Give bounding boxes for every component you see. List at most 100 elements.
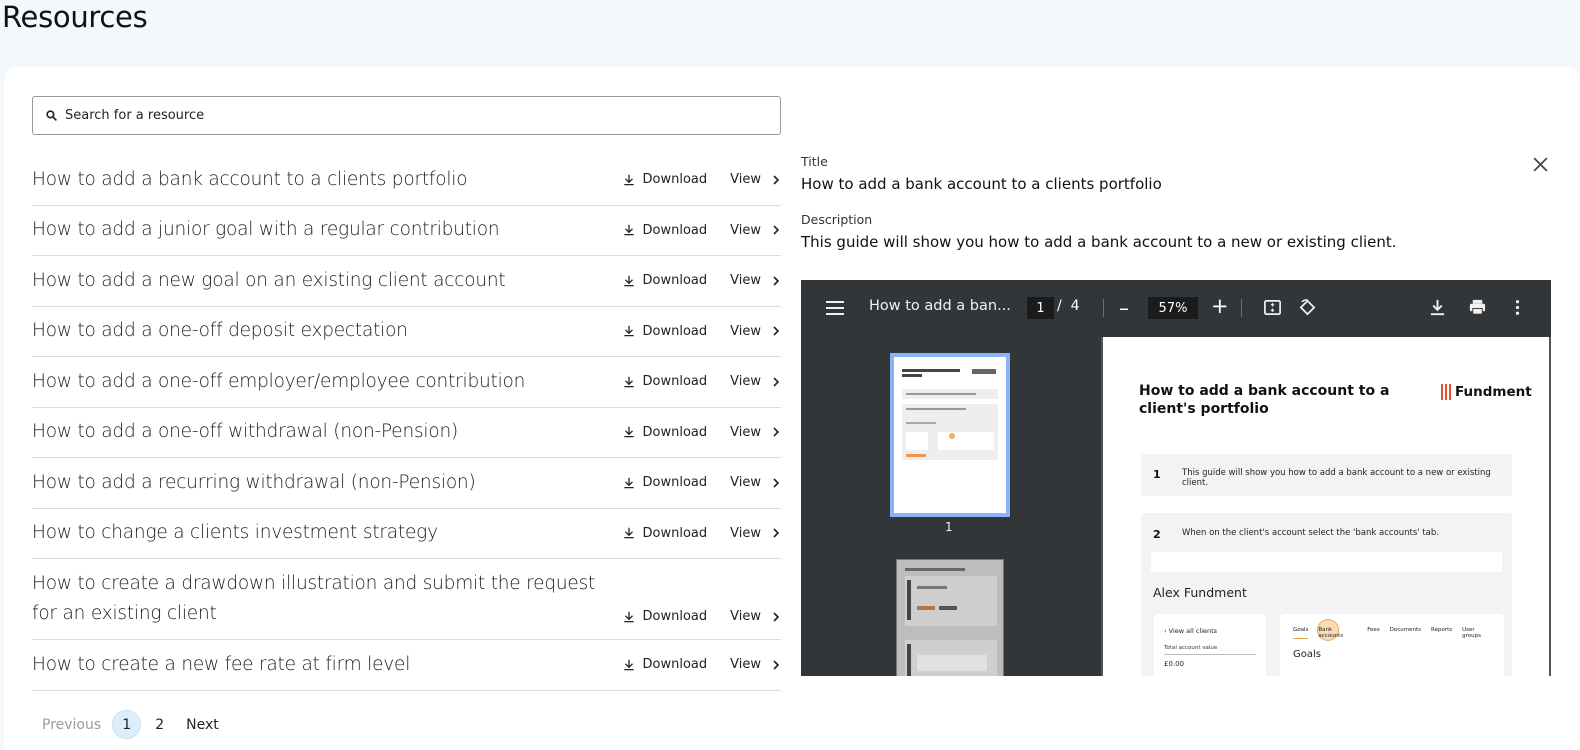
page-2-button[interactable]: 2 [145, 710, 174, 739]
view-button[interactable]: View [730, 324, 781, 339]
list-item: How to add a one-off withdrawal (non-Pen… [32, 408, 781, 458]
list-item: How to add a one-off employer/employee c… [32, 357, 781, 408]
pdf-heading: How to add a bank account to a client's … [1139, 383, 1390, 417]
download-icon[interactable] [1428, 298, 1447, 317]
download-icon [623, 427, 634, 438]
list-item: How to add a junior goal with a regular … [32, 206, 781, 256]
list-item: How to create a new fee rate at firm lev… [32, 640, 781, 691]
page-1-button[interactable]: 1 [112, 710, 142, 739]
download-icon [623, 275, 634, 287]
list-item: How to add a one-off deposit expectation… [32, 307, 781, 357]
resource-title: How to add a new goal on an existing cli… [32, 269, 506, 291]
toolbar-divider [1103, 299, 1104, 317]
zoom-in-button[interactable]: + [1211, 294, 1229, 318]
chevron-right-icon [773, 175, 780, 185]
view-button[interactable]: View [730, 609, 781, 624]
pdf-toolbar: How to add a ban... 1 / 4 – 57% + [801, 280, 1551, 337]
pdf-client-name: Alex Fundment [1153, 585, 1247, 600]
search-input[interactable] [65, 108, 745, 123]
fundment-logo-icon [1441, 384, 1451, 400]
chevron-right-icon [773, 427, 780, 437]
resource-title: How to change a clients investment strat… [32, 522, 438, 544]
resource-title: How to add a recurring withdrawal (non-P… [32, 471, 476, 493]
chevron-right-icon [773, 377, 780, 387]
resource-title: How to create a drawdown illustration an… [32, 573, 596, 624]
download-icon [623, 225, 634, 236]
pdf-page-input[interactable]: 1 [1027, 297, 1054, 319]
chevron-right-icon [773, 225, 780, 235]
chevron-right-icon [773, 611, 780, 622]
download-icon [623, 376, 634, 388]
pdf-thumbnail-label: 1 [945, 520, 953, 534]
menu-icon[interactable] [826, 300, 844, 316]
title-label: Title [801, 154, 828, 169]
more-options-icon[interactable] [1508, 298, 1527, 317]
previous-page-button[interactable]: Previous [42, 717, 101, 733]
description-value: This guide will show you how to add a ba… [801, 233, 1397, 251]
download-button[interactable]: Download [622, 324, 707, 339]
list-item: How to add a new goal on an existing cli… [32, 256, 781, 307]
download-icon [623, 326, 634, 337]
download-icon [623, 174, 634, 186]
title-value: How to add a bank account to a clients p… [801, 175, 1162, 193]
pdf-viewer: How to add a ban... 1 / 4 – 57% + 1 How … [801, 280, 1551, 676]
resource-title: How to add a one-off deposit expectation [32, 320, 408, 342]
download-icon [623, 611, 634, 622]
download-button[interactable]: Download [622, 223, 707, 238]
search-box[interactable] [32, 96, 781, 135]
fit-page-icon[interactable] [1263, 298, 1282, 317]
zoom-input[interactable]: 57% [1148, 297, 1198, 319]
view-button[interactable]: View [730, 475, 781, 490]
view-button[interactable]: View [730, 657, 781, 672]
page-title: Resources [2, 0, 148, 34]
view-button[interactable]: View [730, 425, 781, 440]
chevron-right-icon [773, 276, 780, 286]
resource-title: How to add a junior goal with a regular … [32, 219, 500, 241]
fundment-logo: Fundment [1441, 384, 1532, 400]
pdf-step-1: 1 This guide will show you how to add a … [1141, 454, 1512, 496]
download-button[interactable]: Download [622, 526, 707, 541]
download-button[interactable]: Download [622, 475, 707, 490]
next-page-button[interactable]: Next [186, 717, 219, 733]
resource-title: How to add a one-off withdrawal (non-Pen… [32, 421, 459, 443]
pdf-thumbnail-2[interactable] [896, 559, 1004, 676]
pdf-page: How to add a bank account to a client's … [1103, 337, 1549, 676]
view-button[interactable]: View [730, 223, 781, 238]
pdf-page-total: / 4 [1057, 298, 1080, 314]
pdf-thumbnail-1[interactable] [890, 353, 1010, 517]
pdf-step-2: 2 When on the client's account select th… [1141, 513, 1512, 676]
pdf-tabs: Goals Bank accounts Fees Documents Repor… [1293, 627, 1481, 639]
list-item: How to change a clients investment strat… [32, 509, 781, 559]
print-icon[interactable] [1468, 298, 1487, 317]
download-icon [623, 477, 634, 489]
download-icon [623, 659, 634, 671]
download-button[interactable]: Download [622, 273, 707, 288]
description-label: Description [801, 212, 873, 227]
pdf-doc-name: How to add a ban... [869, 298, 1011, 314]
view-button[interactable]: View [730, 374, 781, 389]
resource-detail: Title How to add a bank account to a cli… [801, 154, 1561, 251]
close-icon[interactable] [1532, 156, 1549, 173]
download-button[interactable]: Download [622, 425, 707, 440]
chevron-right-icon [773, 528, 780, 538]
toolbar-divider [1241, 299, 1242, 317]
resource-list: How to add a bank account to a clients p… [32, 155, 781, 691]
list-item: How to add a bank account to a clients p… [32, 155, 781, 206]
search-icon [46, 110, 57, 121]
pdf-tabs-card: Goals Bank accounts Fees Documents Repor… [1280, 614, 1504, 676]
zoom-out-button[interactable]: – [1119, 296, 1129, 320]
pdf-thumbnail-sidebar: 1 [801, 337, 1101, 676]
view-button[interactable]: View [730, 172, 781, 187]
resource-title: How to add a bank account to a clients p… [32, 168, 468, 190]
download-button[interactable]: Download [622, 657, 707, 672]
rotate-icon[interactable] [1298, 298, 1317, 317]
download-button[interactable]: Download [622, 172, 707, 187]
download-icon [623, 528, 634, 539]
download-button[interactable]: Download [622, 609, 707, 624]
resource-title: How to create a new fee rate at firm lev… [32, 653, 411, 675]
chevron-right-icon [773, 660, 780, 670]
chevron-right-icon [773, 478, 780, 488]
view-button[interactable]: View [730, 526, 781, 541]
download-button[interactable]: Download [622, 374, 707, 389]
view-button[interactable]: View [730, 273, 781, 288]
